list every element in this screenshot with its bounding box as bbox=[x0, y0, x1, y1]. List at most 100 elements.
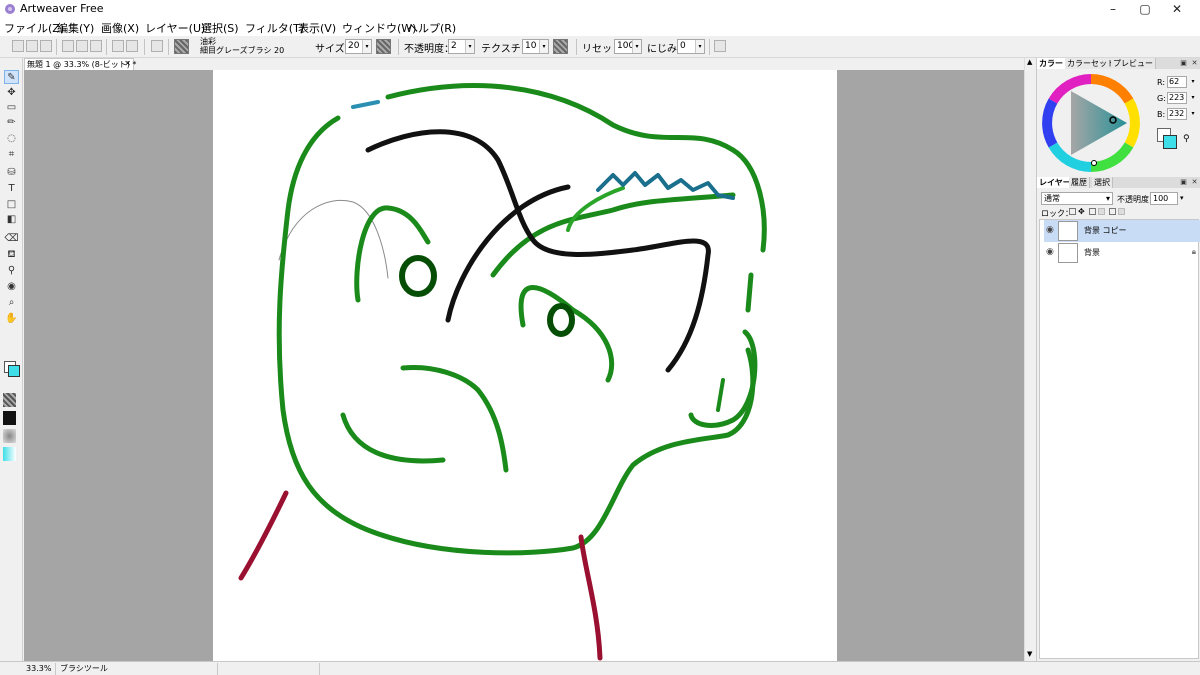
pencil-tool-icon[interactable]: ✏ bbox=[4, 116, 19, 130]
lasso-tool-icon[interactable]: ◌ bbox=[4, 132, 19, 146]
lock-extra-icon[interactable] bbox=[1118, 208, 1125, 215]
crop-tool-icon[interactable]: ⌗ bbox=[4, 148, 19, 162]
b-dropdown-icon[interactable]: ▾ bbox=[1189, 108, 1197, 120]
color-wheel[interactable] bbox=[1041, 73, 1141, 173]
tab-preview[interactable]: プレビュー bbox=[1111, 58, 1156, 69]
zoom-tool-icon[interactable]: ⌕ bbox=[4, 296, 19, 310]
panel-foreground-swatch[interactable] bbox=[1163, 135, 1177, 149]
gradient-swatch-icon[interactable] bbox=[3, 447, 16, 461]
blur-input[interactable]: 0 ▾ bbox=[677, 39, 705, 54]
drawing-canvas[interactable] bbox=[213, 70, 837, 661]
eyedropper-icon[interactable]: ⚲ bbox=[1183, 134, 1190, 144]
move-tool-icon[interactable]: ✥ bbox=[4, 86, 19, 100]
foreground-color-swatch[interactable] bbox=[8, 365, 20, 377]
bucket-tool-icon[interactable]: ◉ bbox=[4, 280, 19, 294]
menu-filter[interactable]: フィルタ(T) bbox=[245, 20, 304, 36]
lock-move-icon[interactable]: ✥ bbox=[1078, 207, 1085, 216]
eraser-tool-icon[interactable]: ⌫ bbox=[4, 232, 19, 246]
lock-all-icon[interactable] bbox=[1098, 208, 1105, 215]
paper-swatch-icon[interactable] bbox=[3, 411, 16, 425]
zoom-level: 33.3% bbox=[24, 663, 56, 675]
r-dropdown-icon[interactable]: ▾ bbox=[1189, 76, 1197, 88]
visibility-eye-icon[interactable]: ◉ bbox=[1046, 225, 1054, 235]
status-empty bbox=[220, 663, 320, 675]
window-title: Artweaver Free bbox=[20, 2, 104, 15]
redo-icon[interactable] bbox=[126, 40, 138, 52]
layer-row-background-copy[interactable]: ◉ 背景 コピー bbox=[1044, 220, 1200, 242]
panel-close-icon[interactable]: ✕ bbox=[1190, 59, 1199, 68]
texture-icon[interactable] bbox=[553, 39, 568, 54]
b-input[interactable]: 232 bbox=[1167, 108, 1187, 120]
tab-color[interactable]: カラー bbox=[1037, 58, 1066, 69]
layer-list: ◉ 背景 コピー ◉ 背景 🔒︎ bbox=[1039, 219, 1200, 659]
document-title: 無題 1 @ 33.3% (8-ビット) * bbox=[27, 60, 137, 69]
rectangle-select-icon[interactable]: ▭ bbox=[4, 101, 19, 115]
layer-lock-icon: 🔒︎ bbox=[1191, 247, 1196, 256]
opacity-label: 不透明度： bbox=[404, 44, 454, 55]
reset-input[interactable]: 100 ▾ bbox=[614, 39, 642, 54]
copy-icon[interactable] bbox=[76, 40, 88, 52]
layer-opacity-dropdown-icon[interactable]: ▾ bbox=[1180, 192, 1184, 205]
r-input[interactable]: 62 bbox=[1167, 76, 1187, 88]
brush-settings-icon[interactable] bbox=[714, 40, 726, 52]
color-panel-tabs: カラー カラーセット プレビュー ▣ ✕ bbox=[1037, 58, 1200, 69]
gradient-tool-icon[interactable]: ◧ bbox=[4, 213, 19, 227]
blend-mode-select[interactable]: 通常 ▾ bbox=[1041, 192, 1113, 205]
close-button[interactable]: ✕ bbox=[1154, 0, 1200, 18]
r-label: R: bbox=[1157, 78, 1166, 87]
lock-position-icon[interactable] bbox=[1109, 208, 1116, 215]
layers-panel-restore-icon[interactable]: ▣ bbox=[1179, 178, 1188, 187]
texture-swatch-icon[interactable] bbox=[3, 393, 16, 407]
layer-name: 背景 コピー bbox=[1084, 226, 1127, 235]
undo-icon[interactable] bbox=[112, 40, 124, 52]
tab-selection[interactable]: 選択 bbox=[1092, 177, 1113, 188]
brush-tool-icon[interactable] bbox=[151, 40, 163, 52]
scroll-down-icon[interactable]: ▼ bbox=[1027, 650, 1032, 658]
menu-layer[interactable]: レイヤー(U) bbox=[145, 20, 205, 36]
g-input[interactable]: 223 bbox=[1167, 92, 1187, 104]
layer-row-background[interactable]: ◉ 背景 🔒︎ bbox=[1044, 242, 1200, 264]
menu-select[interactable]: 選択(S) bbox=[201, 20, 239, 36]
menu-window[interactable]: ウィンドウ(W) bbox=[342, 20, 416, 36]
menu-help[interactable]: ヘルプ(R) bbox=[407, 20, 456, 36]
text-tool-icon[interactable]: T bbox=[4, 182, 19, 196]
document-tab[interactable]: 無題 1 @ 33.3% (8-ビット) * ✕ bbox=[24, 58, 137, 70]
shape-tool-icon[interactable]: □ bbox=[4, 198, 19, 212]
open-file-icon[interactable] bbox=[26, 40, 38, 52]
b-label: B: bbox=[1157, 110, 1166, 119]
tab-history[interactable]: 履歴 bbox=[1069, 177, 1090, 188]
save-file-icon[interactable] bbox=[40, 40, 52, 52]
paste-icon[interactable] bbox=[90, 40, 102, 52]
lock-paint-icon[interactable] bbox=[1089, 208, 1096, 215]
menu-file[interactable]: ファイル(Z) bbox=[4, 20, 64, 36]
layers-panel-close-icon[interactable]: ✕ bbox=[1190, 178, 1199, 187]
visibility-eye-icon[interactable]: ◉ bbox=[1046, 247, 1054, 257]
new-file-icon[interactable] bbox=[12, 40, 24, 52]
size-input[interactable]: 20 ▾ bbox=[345, 39, 372, 54]
brush-name: 細目グレーズブラシ 20 bbox=[200, 46, 285, 55]
fill-tool-icon[interactable]: ⛾ bbox=[4, 248, 19, 262]
brush-shape-icon[interactable] bbox=[376, 39, 391, 54]
scroll-up-icon[interactable]: ▲ bbox=[1027, 58, 1032, 66]
menu-edit[interactable]: 編集(Y) bbox=[57, 20, 94, 36]
eyedropper-tool-icon[interactable]: ⚲ bbox=[4, 264, 19, 278]
menu-view[interactable]: 表示(V) bbox=[298, 20, 336, 36]
canvas-vertical-scrollbar[interactable]: ▲ ▼ bbox=[1024, 58, 1036, 661]
g-label: G: bbox=[1157, 94, 1166, 103]
close-document-icon[interactable]: ✕ bbox=[124, 59, 131, 68]
panel-restore-icon[interactable]: ▣ bbox=[1179, 59, 1188, 68]
lock-transparency-icon[interactable] bbox=[1069, 208, 1076, 215]
brush-preset-icon[interactable] bbox=[174, 39, 189, 54]
texture-input[interactable]: 10 ▾ bbox=[522, 39, 549, 54]
menu-image[interactable]: 画像(X) bbox=[101, 20, 139, 36]
sketch-drawing bbox=[238, 83, 767, 661]
layer-opacity-input[interactable]: 100 bbox=[1150, 192, 1178, 205]
opacity-input[interactable]: 2 ▾ bbox=[448, 39, 475, 54]
g-dropdown-icon[interactable]: ▾ bbox=[1189, 92, 1197, 104]
cut-icon[interactable] bbox=[62, 40, 74, 52]
hand-tool-icon[interactable]: ✋ bbox=[4, 312, 19, 326]
brush-swatch-icon[interactable] bbox=[3, 429, 16, 443]
stamp-tool-icon[interactable]: ⛁ bbox=[4, 166, 19, 180]
brush-tool-icon[interactable]: ✎ bbox=[4, 70, 19, 84]
options-toolbar: 油彩 細目グレーズブラシ 20 サイズ： 20 ▾ 不透明度： 2 ▾ テクスチャ：… bbox=[0, 36, 1200, 58]
